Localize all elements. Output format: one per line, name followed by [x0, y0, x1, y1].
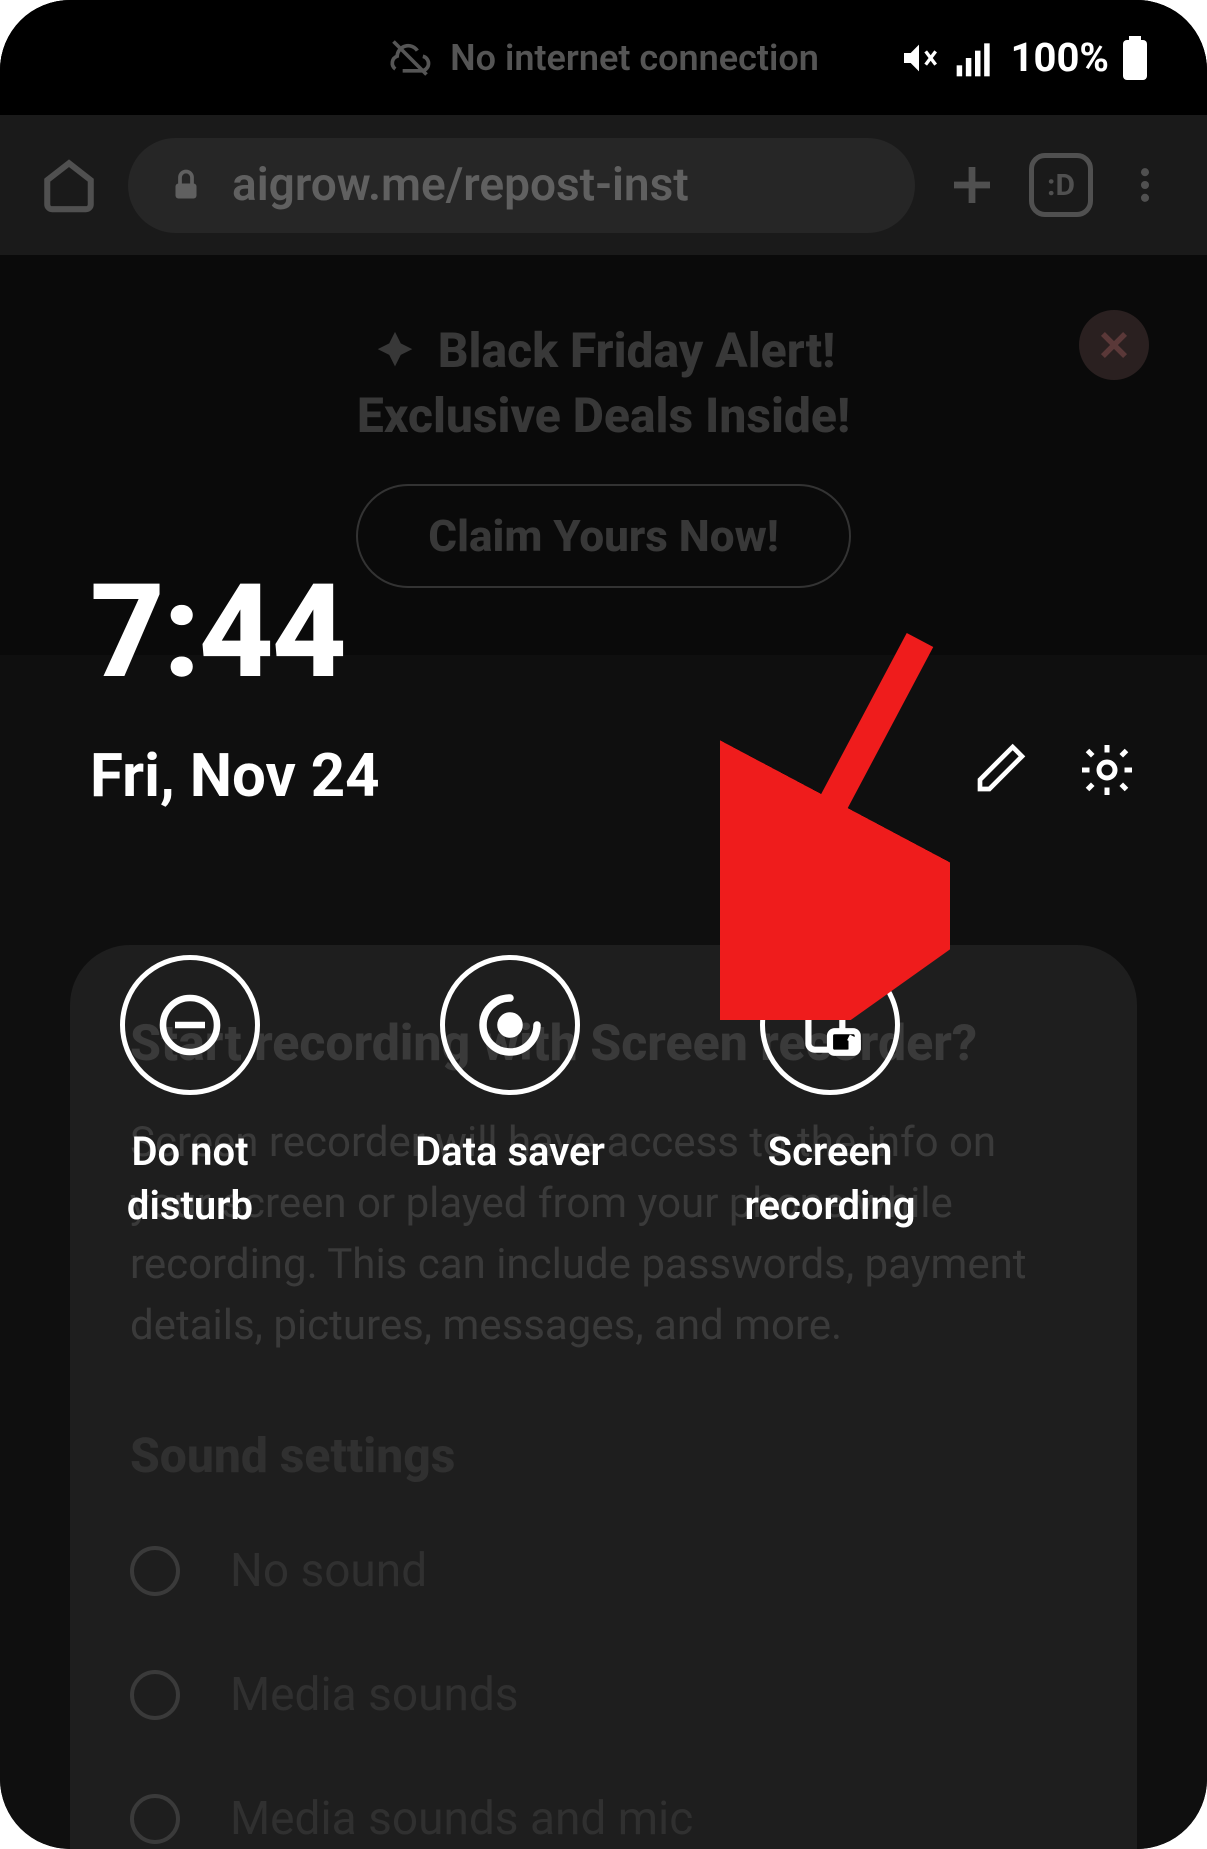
status-bar: No internet connection 100%	[0, 0, 1207, 115]
tile-label: Do not disturb	[90, 1125, 290, 1233]
screen-recording-icon	[793, 988, 867, 1062]
qs-action-row	[973, 740, 1137, 800]
tab-count: :D	[1047, 168, 1075, 203]
new-tab-icon[interactable]	[945, 158, 999, 212]
radio-label: Media sounds and mic	[230, 1792, 693, 1846]
tabs-button[interactable]: :D	[1029, 153, 1093, 217]
radio-no-sound[interactable]: No sound	[130, 1544, 1077, 1598]
banner-cta-button[interactable]: Claim Yours Now!	[356, 484, 850, 588]
banner-line1: Black Friday Alert!	[438, 322, 836, 379]
radio-media-and-mic[interactable]: Media sounds and mic	[130, 1792, 1077, 1846]
signal-icon	[953, 36, 997, 80]
battery-icon	[1123, 36, 1147, 80]
more-icon[interactable]	[1123, 163, 1167, 207]
tile-label: Data saver	[415, 1125, 605, 1179]
dnd-icon	[154, 989, 226, 1061]
qs-tiles-row: Do not disturb Data saver	[90, 955, 930, 1233]
home-icon[interactable]	[40, 156, 98, 214]
sound-settings-heading: Sound settings	[130, 1427, 1077, 1484]
edit-icon[interactable]	[973, 740, 1029, 796]
device-frame: No internet connection 100%	[0, 0, 1207, 1849]
cloud-off-icon	[388, 36, 432, 80]
browser-toolbar: aigrow.me/repost-inst :D	[0, 115, 1207, 255]
rocket-icon	[372, 328, 418, 374]
background-dimmed: No internet connection 100%	[0, 0, 1207, 1849]
url-bar[interactable]: aigrow.me/repost-inst	[128, 138, 915, 233]
close-icon	[1095, 326, 1133, 364]
no-internet-indicator: No internet connection	[388, 36, 819, 80]
tile-screen-recording[interactable]: Screen recording	[730, 955, 930, 1233]
qs-date: Fri, Nov 24	[90, 740, 380, 811]
banner-line2: Exclusive Deals Inside!	[357, 387, 850, 444]
data-saver-icon	[474, 989, 546, 1061]
radio-label: Media sounds	[230, 1668, 519, 1722]
banner-close-button[interactable]	[1079, 310, 1149, 380]
tile-data-saver[interactable]: Data saver	[410, 955, 610, 1233]
volume-mute-icon	[899, 38, 939, 78]
radio-icon	[130, 1794, 180, 1844]
radio-label: No sound	[230, 1544, 427, 1598]
battery-percent: 100%	[1011, 34, 1109, 81]
tile-label: Screen recording	[730, 1125, 930, 1233]
qs-clock: 7:44	[90, 555, 345, 708]
gear-icon[interactable]	[1077, 740, 1137, 800]
url-text: aigrow.me/repost-inst	[232, 158, 689, 212]
radio-media-sounds[interactable]: Media sounds	[130, 1668, 1077, 1722]
no-internet-text: No internet connection	[450, 37, 819, 79]
radio-icon	[130, 1670, 180, 1720]
radio-icon	[130, 1546, 180, 1596]
lock-icon	[168, 167, 204, 203]
tile-do-not-disturb[interactable]: Do not disturb	[90, 955, 290, 1233]
status-right: 100%	[899, 0, 1147, 115]
